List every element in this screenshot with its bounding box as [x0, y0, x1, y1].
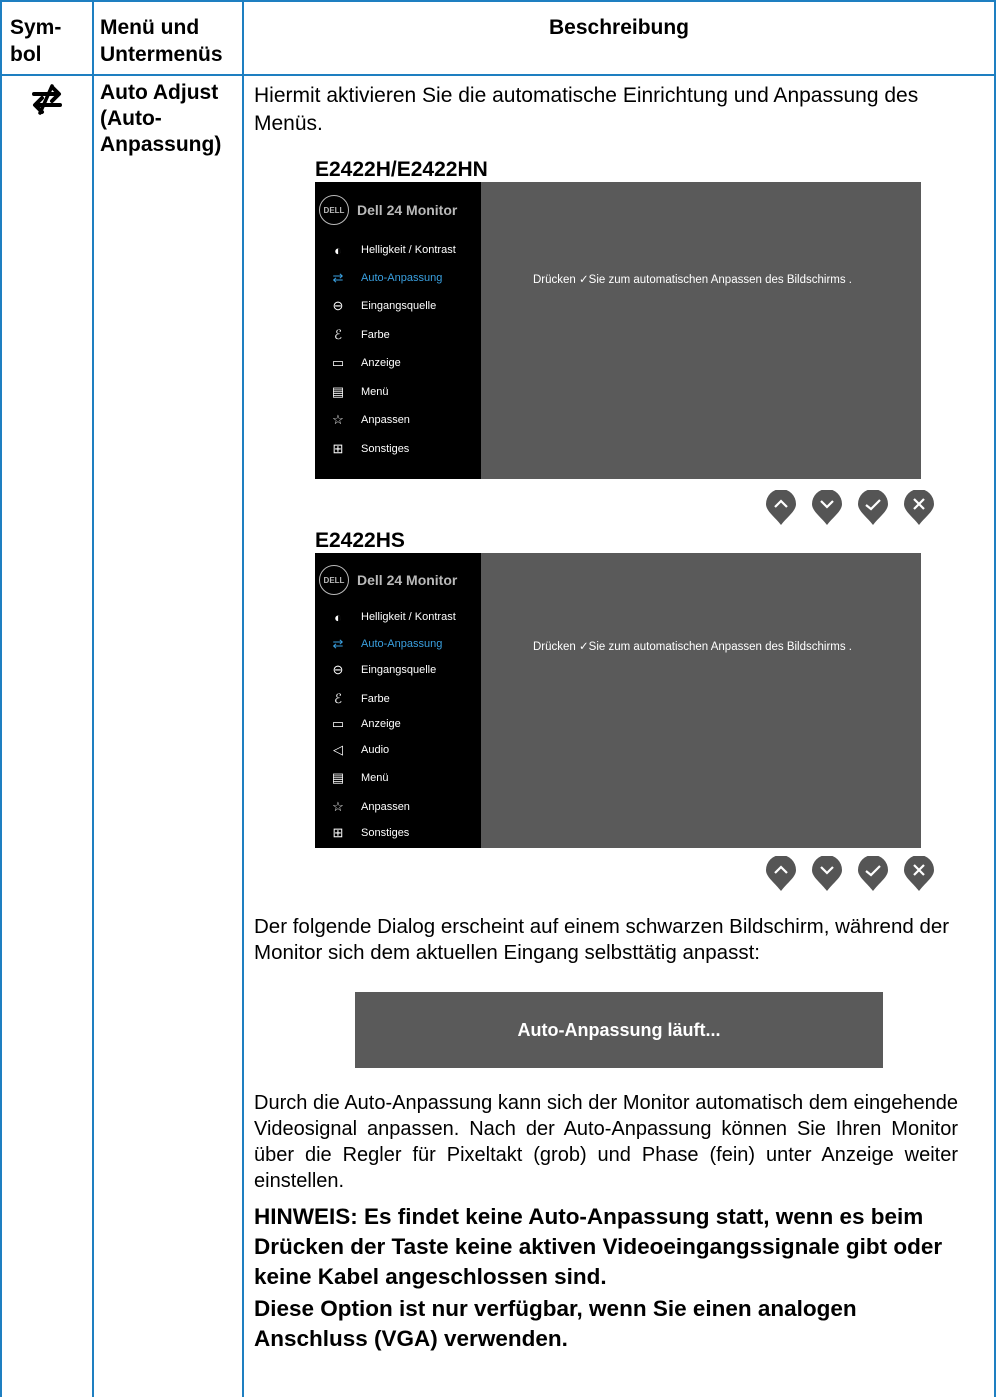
dell-logo: DELL	[319, 565, 349, 595]
osd-item-brightness[interactable]: ◐ Helligkeit / Kontrast	[315, 237, 481, 263]
osd-brand-text: Dell 24 Monitor	[357, 202, 458, 218]
model-label-2: E2422HS	[315, 529, 405, 552]
osd-item-others[interactable]: ⊞ Sonstiges	[315, 436, 481, 462]
osd-brand-1: DELL Dell 24 Monitor	[319, 195, 457, 225]
table-top-border	[0, 0, 996, 2]
osd-screen-1: DELL Dell 24 Monitor ◐ Helligkeit / Kontr…	[315, 182, 921, 479]
auto-adjust-dialog-text: Auto-Anpassung läuft...	[517, 1019, 721, 1040]
personalize-icon: ☆	[332, 799, 344, 814]
osd-item-display[interactable]: ▭ Anzeige	[315, 711, 481, 737]
personalize-icon: ☆	[332, 412, 344, 427]
input-source-icon: ⊖	[332, 662, 344, 677]
menu-icon: ▤	[331, 384, 345, 399]
up-button[interactable]	[764, 489, 798, 526]
dialog-intro-text: Der folgende Dialog erscheint auf einem …	[254, 915, 950, 964]
others-icon: ⊞	[332, 441, 344, 456]
down-button[interactable]	[810, 855, 844, 892]
note-text: HINWEIS: Es findet keine Auto-Anpassung …	[254, 1204, 943, 1289]
osd-item-personalize[interactable]: ☆ Anpassen	[315, 407, 481, 433]
column-divider-1	[92, 0, 94, 1397]
header-menu: Menü und Untermenüs	[100, 16, 223, 66]
osd-message-2: Drücken ✓Sie zum automatischen Anpassen …	[533, 641, 853, 653]
auto-adjust-icon: ⇄	[332, 270, 344, 285]
osd-buttons-1	[752, 489, 936, 526]
osd-message-1: Drücken ✓Sie zum automatischen Anpassen …	[533, 274, 853, 286]
osd-brand-2: DELL Dell 24 Monitor	[319, 565, 457, 595]
osd-item-others[interactable]: ⊞ Sonstiges	[315, 820, 481, 846]
others-icon: ⊞	[332, 825, 344, 840]
close-button[interactable]	[902, 855, 936, 892]
menu-name: Auto Adjust (Auto- Anpassung)	[100, 81, 222, 156]
header-symbol: Sym- bol	[10, 16, 62, 66]
up-button[interactable]	[764, 855, 798, 892]
osd-item-color[interactable]: ℰ Farbe	[315, 322, 481, 348]
check-button[interactable]	[856, 489, 890, 526]
brightness-icon: ◐	[334, 609, 342, 625]
down-button[interactable]	[810, 489, 844, 526]
display-icon: ▭	[331, 355, 345, 370]
osd-item-auto-adjust[interactable]: ⇄ Auto-Anpassung	[315, 631, 481, 657]
auto-adjust-icon: ⇄	[332, 636, 344, 651]
auto-adjust-icon	[28, 80, 66, 118]
auto-adjust-dialog: Auto-Anpassung läuft...	[355, 992, 883, 1068]
column-divider-2	[242, 0, 244, 1397]
description-text: Durch die Auto-Anpassung kann sich der M…	[254, 1092, 958, 1192]
audio-icon: ◁	[333, 742, 343, 757]
osd-item-display[interactable]: ▭ Anzeige	[315, 350, 481, 376]
osd-item-input-source[interactable]: ⊖ Eingangsquelle	[315, 293, 481, 319]
menu-table: Sym- bol Menü und Untermenüs Beschreibun…	[0, 0, 996, 1397]
header-divider	[0, 74, 996, 76]
close-button[interactable]	[902, 489, 936, 526]
table-left-border	[0, 0, 2, 1397]
osd-screen-2: DELL Dell 24 Monitor ◐ Helligkeit / Kontr…	[315, 553, 921, 848]
osd-item-audio[interactable]: ◁ Audio	[315, 737, 481, 763]
header-description: Beschreibung	[548, 16, 690, 39]
option-note-text: Diese Option ist nur verfügbar, wenn Sie…	[254, 1296, 857, 1351]
model-label-1: E2422H/E2422HN	[315, 158, 488, 181]
osd-buttons-2	[752, 855, 936, 892]
color-icon: ℰ	[334, 327, 342, 342]
osd-brand-text: Dell 24 Monitor	[357, 572, 458, 588]
osd-item-auto-adjust[interactable]: ⇄ Auto-Anpassung	[315, 265, 481, 291]
osd-item-input-source[interactable]: ⊖ Eingangsquelle	[315, 657, 481, 683]
menu-icon: ▤	[331, 770, 345, 785]
osd-item-color[interactable]: ℰ Farbe	[315, 686, 481, 712]
osd-item-menu[interactable]: ▤ Menü	[315, 379, 481, 405]
dell-logo: DELL	[319, 195, 349, 225]
osd-item-personalize[interactable]: ☆ Anpassen	[315, 794, 481, 820]
display-icon: ▭	[331, 716, 345, 731]
check-button[interactable]	[856, 855, 890, 892]
color-icon: ℰ	[334, 691, 342, 706]
intro-text: Hiermit aktivieren Sie die automatische …	[254, 84, 919, 135]
osd-item-brightness[interactable]: ◐ Helligkeit / Kontrast	[315, 604, 481, 630]
osd-item-menu[interactable]: ▤ Menü	[315, 765, 481, 791]
brightness-icon: ◐	[334, 242, 342, 258]
input-source-icon: ⊖	[332, 298, 344, 313]
